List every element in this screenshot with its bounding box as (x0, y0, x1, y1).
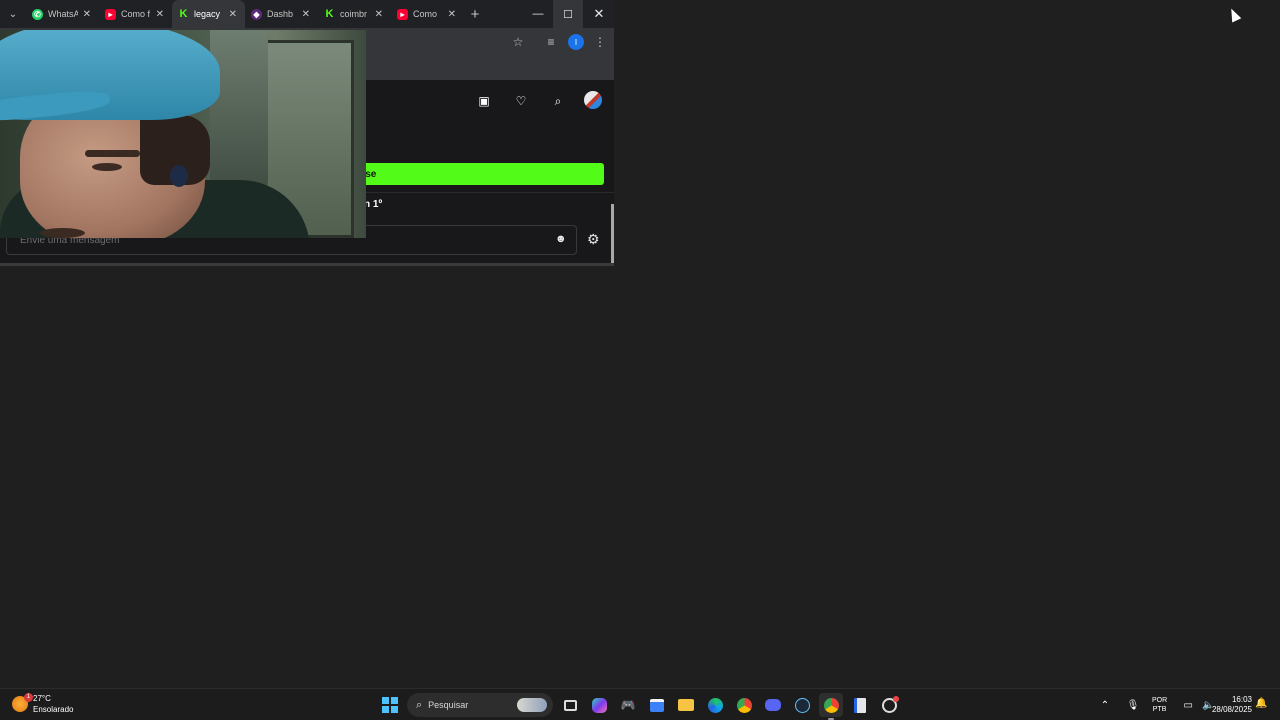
close-icon[interactable]: ✕ (156, 9, 164, 20)
windows-icon (382, 697, 398, 713)
mouse-cursor (1226, 6, 1242, 23)
search-icon[interactable]: ⌕ (549, 92, 567, 110)
close-icon[interactable]: ✕ (302, 9, 310, 20)
search-icon: ⌕ (416, 698, 423, 711)
emoji-icon[interactable]: ☻ (555, 233, 567, 245)
tab-youtube-2[interactable]: ▸ Como ✕ (391, 0, 464, 28)
scrollbar[interactable] (611, 204, 614, 266)
search-label: Pesquisar (428, 700, 469, 710)
tab-search-chevron-icon[interactable]: ⌄ (0, 0, 26, 28)
user-avatar[interactable] (584, 91, 602, 109)
whatsapp-icon: ✆ (32, 8, 43, 20)
tab-strip: ⌄ ✆ WhatsA ✕ ▸ Como f ✕ K legacy ✕ ◆ Das… (0, 0, 614, 28)
file-explorer-icon[interactable] (674, 693, 698, 717)
weather-desc: Ensolarado (33, 705, 74, 714)
profile-avatar[interactable]: I (568, 34, 584, 50)
webcam-overlay (0, 30, 366, 238)
new-tab-button[interactable]: + (464, 6, 486, 23)
media-control-icon[interactable]: ≡ (543, 34, 559, 50)
maximize-button[interactable]: ☐ (553, 0, 583, 28)
chrome-icon[interactable] (732, 693, 756, 717)
kick-icon: K (325, 8, 334, 20)
notepad-icon[interactable] (848, 693, 872, 717)
clock[interactable]: 16:03 28/08/2025 (1206, 695, 1252, 715)
game-controller-icon[interactable]: 🎮 (616, 693, 640, 717)
tab-label: WhatsA (48, 9, 78, 19)
microphone-icon[interactable]: 🎙 (1126, 700, 1140, 711)
heart-icon[interactable]: ♡ (512, 92, 530, 110)
follow-button[interactable]: r-se (340, 163, 604, 185)
sun-icon: 1 (12, 693, 33, 712)
language-indicator[interactable]: POR PTB (1152, 696, 1167, 714)
system-tray: ⌃ 🎙 POR PTB ▭ 🔈 (1098, 693, 1215, 717)
tab-youtube-1[interactable]: ▸ Como f ✕ (99, 0, 172, 28)
copilot-icon[interactable] (587, 693, 611, 717)
divider (340, 192, 614, 193)
rank-text: n 1º (364, 199, 383, 210)
weather-badge: 1 (24, 693, 33, 702)
youtube-icon: ▸ (397, 8, 408, 20)
gift-icon[interactable]: ▣ (475, 92, 493, 110)
search-highlight-image (517, 698, 547, 712)
lang-line2: PTB (1152, 706, 1167, 713)
weather-temp: 27°C (33, 694, 51, 703)
bookmark-star-icon[interactable]: ☆ (510, 34, 526, 50)
youtube-icon: ▸ (105, 8, 116, 20)
steam-icon[interactable] (790, 693, 814, 717)
tab-label: legacy (194, 9, 221, 19)
close-icon[interactable]: ✕ (83, 9, 91, 20)
edge-icon[interactable] (703, 693, 727, 717)
gear-icon[interactable]: ⚙ (587, 231, 600, 248)
chrome-active-icon[interactable] (819, 693, 843, 720)
earbud (170, 165, 188, 187)
clock-date: 28/08/2025 (1211, 705, 1252, 714)
tab-coimbr[interactable]: K coimbr ✕ (318, 0, 391, 28)
tab-label: Como f (121, 9, 151, 19)
network-icon[interactable]: ▭ (1181, 700, 1195, 711)
minimize-button[interactable]: — (523, 0, 553, 28)
tab-dashboard[interactable]: ◆ Dashb ✕ (245, 0, 318, 28)
weather-widget[interactable]: 1 27°C Ensolarado (12, 693, 73, 715)
close-icon[interactable]: ✕ (375, 9, 383, 20)
tab-label: Como (413, 9, 438, 19)
window-bottom-edge (0, 263, 614, 266)
lang-line1: POR (1152, 697, 1168, 704)
task-view-icon[interactable] (558, 693, 582, 717)
store-icon[interactable] (645, 693, 669, 717)
start-button[interactable] (378, 693, 402, 717)
tab-legacy[interactable]: K legacy ✕ (172, 0, 245, 28)
kick-icon: K (179, 8, 188, 20)
taskbar-search[interactable]: ⌕ Pesquisar (407, 693, 553, 717)
tab-whatsapp[interactable]: ✆ WhatsA ✕ (26, 0, 99, 28)
more-menu-icon[interactable]: ⋮ (592, 34, 608, 50)
close-window-button[interactable]: ✕ (584, 0, 614, 28)
app-icon[interactable] (877, 693, 901, 717)
discord-icon[interactable] (761, 693, 785, 717)
tab-label: Dashb (267, 9, 294, 19)
chevron-up-icon[interactable]: ⌃ (1098, 700, 1112, 711)
close-icon[interactable]: ✕ (229, 9, 237, 20)
tab-label: coimbr (340, 9, 368, 19)
close-icon[interactable]: ✕ (448, 9, 456, 20)
taskbar: 1 27°C Ensolarado ⌕ Pesquisar 🎮 ⌃ 🎙 POR … (0, 688, 1280, 720)
dashboard-icon: ◆ (251, 8, 262, 20)
clock-time: 16:03 (1231, 695, 1252, 704)
notification-icon[interactable]: 🔔 (1255, 698, 1267, 709)
